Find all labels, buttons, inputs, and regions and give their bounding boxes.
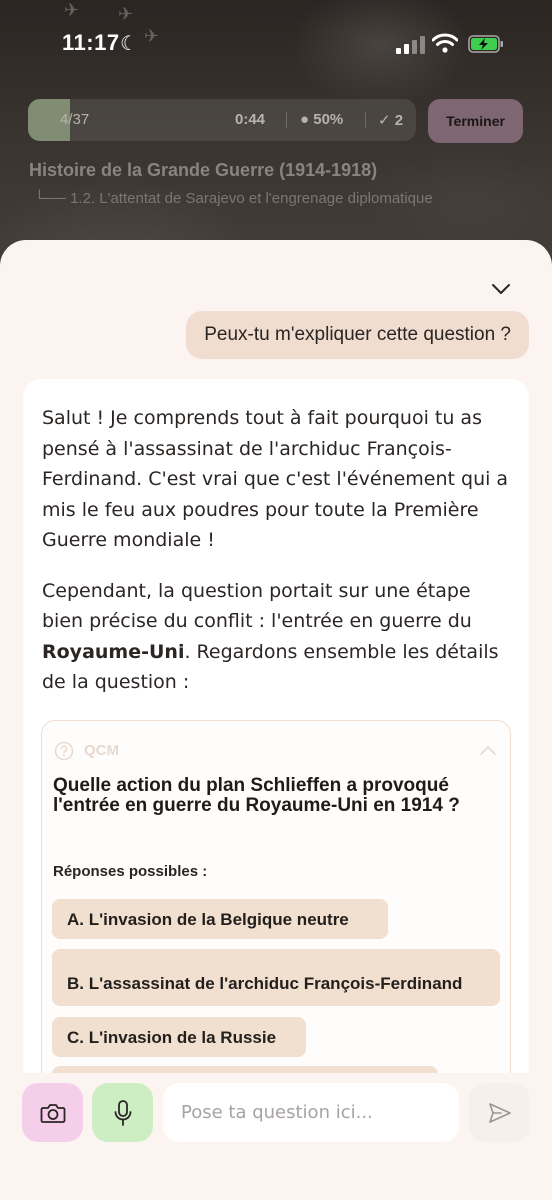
- microphone-button[interactable]: [92, 1083, 153, 1142]
- qcm-question: Quelle action du plan Schlieffen a provo…: [53, 775, 460, 816]
- camera-button[interactable]: [22, 1083, 83, 1142]
- ai-chat-sheet: Peux-tu m'expliquer cette question ? Sal…: [0, 240, 552, 1200]
- status-bar: 11:17 ☾: [0, 0, 552, 90]
- battery-charging-icon: [468, 35, 503, 53]
- ai-text-segment: Cependant, la question portait sur une é…: [42, 579, 472, 633]
- camera-icon: [40, 1103, 65, 1123]
- user-message-bubble: Peux-tu m'expliquer cette question ?: [186, 311, 529, 359]
- divider: [286, 112, 287, 128]
- correct-count: ✓ 2: [378, 112, 404, 129]
- chapter-breadcrumb: └── 1.2. L'attentat de Sarajevo et l'eng…: [34, 190, 433, 207]
- collapse-sheet-button[interactable]: [488, 278, 514, 300]
- score-value: 50%: [313, 111, 344, 128]
- question-counter: 4/37: [60, 111, 90, 128]
- question-input[interactable]: [163, 1083, 459, 1142]
- chat-input-bar: [0, 1073, 552, 1200]
- answer-option-c[interactable]: C. L'invasion de la Russie: [52, 1017, 306, 1057]
- answer-option-a[interactable]: A. L'invasion de la Belgique neutre: [52, 899, 388, 939]
- finish-button[interactable]: Terminer: [428, 99, 523, 143]
- question-circle-icon: [54, 741, 74, 761]
- quiz-progress-bar: 4/37 0:44 ● 50% ✓ 2: [28, 99, 416, 141]
- send-icon: [488, 1102, 511, 1123]
- course-title: Histoire de la Grande Guerre (1914-1918): [29, 160, 378, 180]
- qcm-label: QCM: [84, 742, 119, 759]
- answer-option-b[interactable]: B. L'assassinat de l'archiduc François-F…: [52, 949, 500, 1006]
- status-time: 11:17: [62, 30, 120, 55]
- answers-label: Réponses possibles :: [53, 863, 208, 880]
- divider: [365, 112, 366, 128]
- timer: 0:44: [235, 111, 266, 128]
- do-not-disturb-moon-icon: ☾: [120, 31, 138, 55]
- wifi-icon: [432, 33, 458, 53]
- chevron-down-icon: [492, 284, 510, 294]
- ai-paragraph: Cependant, la question portait sur une é…: [42, 576, 511, 698]
- chevron-up-icon[interactable]: [479, 743, 497, 757]
- ai-response-card: Salut ! Je comprends tout à fait pourquo…: [23, 379, 529, 1200]
- correct-count-value: 2: [394, 112, 404, 129]
- cellular-signal-icon: [396, 36, 425, 54]
- send-button[interactable]: [469, 1083, 530, 1142]
- ai-text-emphasis: Royaume-Uni: [42, 640, 185, 663]
- ai-paragraph: Salut ! Je comprends tout à fait pourquo…: [42, 407, 509, 551]
- microphone-icon: [114, 1099, 131, 1126]
- score-percentage: ● 50%: [300, 111, 344, 128]
- chapter-title: 1.2. L'attentat de Sarajevo et l'engrena…: [70, 190, 433, 207]
